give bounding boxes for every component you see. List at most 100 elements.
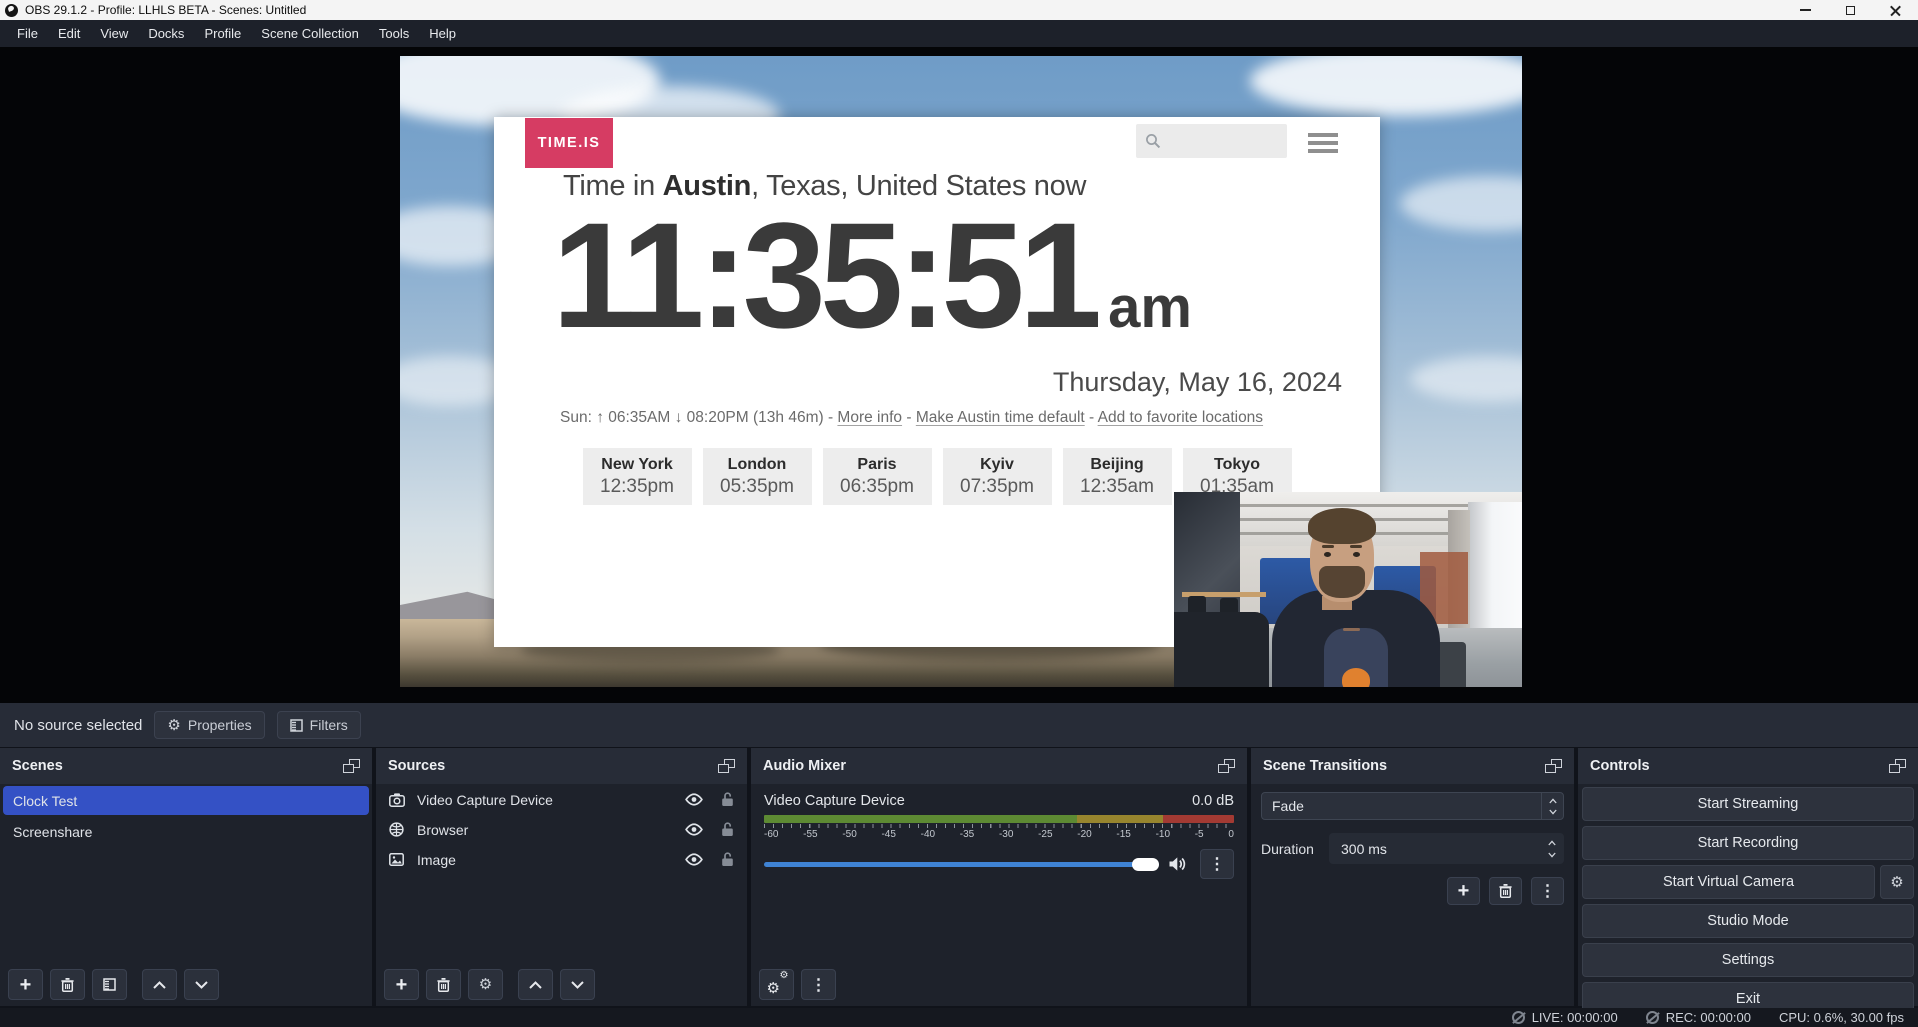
remove-scene-button[interactable] [50, 969, 85, 1000]
popout-icon[interactable] [1218, 759, 1235, 773]
lock-icon[interactable] [721, 852, 734, 867]
menu-item[interactable]: File [7, 20, 48, 47]
gear-icon: ⚙ [479, 977, 492, 992]
menu-item[interactable]: Tools [369, 20, 419, 47]
time-meridiem: am [1108, 274, 1192, 341]
image-icon [389, 853, 407, 866]
source-item[interactable]: Image [379, 845, 744, 874]
duration-spinbox[interactable]: 300 ms [1329, 833, 1564, 864]
shirt-graphic [1342, 668, 1370, 687]
duration-spin-arrows[interactable] [1540, 839, 1564, 859]
menu-item[interactable]: View [90, 20, 138, 47]
world-clock[interactable]: London 05:35pm [703, 448, 812, 505]
world-clock-city: London [703, 456, 812, 474]
transition-select-arrows[interactable] [1541, 793, 1563, 819]
scene-item[interactable]: Clock Test [3, 786, 369, 815]
source-item[interactable]: Video Capture Device [379, 785, 744, 814]
popout-icon[interactable] [343, 759, 360, 773]
menu-item[interactable]: Edit [48, 20, 90, 47]
preview-region[interactable]: TIME.IS Time in Austin, Texas, United St… [0, 47, 1918, 703]
sun-link[interactable]: More info [837, 409, 902, 426]
world-clock[interactable]: Beijing 12:35am [1063, 448, 1172, 505]
program-canvas[interactable]: TIME.IS Time in Austin, Texas, United St… [400, 56, 1522, 687]
menu-item[interactable]: Scene Collection [251, 20, 369, 47]
move-scene-down-button[interactable] [184, 969, 219, 1000]
sources-list: Video Capture Device [376, 784, 747, 1006]
mixer-menu-button[interactable]: ⋮ [801, 969, 836, 1000]
gear-icon: ⚙ [167, 718, 180, 733]
lock-icon[interactable] [721, 792, 734, 807]
chevron-up-icon [153, 981, 166, 989]
settings-button[interactable]: Settings [1582, 943, 1914, 977]
speaker-icon[interactable] [1168, 856, 1187, 872]
studio-mode-button[interactable]: Studio Mode [1582, 904, 1914, 938]
current-time-display: 11:35:51 am [552, 197, 1192, 355]
meter-tick-label: 0 [1228, 829, 1234, 840]
visibility-eye-icon[interactable] [685, 823, 703, 836]
mixer-channel-menu-button[interactable]: ⋮ [1200, 849, 1234, 879]
meter-tick-label: -35 [960, 829, 974, 840]
audio-mixer-header[interactable]: Audio Mixer [751, 748, 1247, 784]
sun-link[interactable]: Make Austin time default [916, 409, 1085, 426]
volume-slider[interactable] [764, 862, 1159, 867]
add-scene-button[interactable]: + [8, 969, 43, 1000]
transition-properties-button[interactable]: ⋮ [1531, 877, 1564, 905]
add-transition-button[interactable]: + [1447, 877, 1480, 905]
popout-icon[interactable] [1545, 759, 1562, 773]
world-clock[interactable]: New York 12:35pm [583, 448, 692, 505]
scene-item[interactable]: Screenshare [3, 817, 369, 846]
sources-panel-header[interactable]: Sources [376, 748, 747, 784]
move-source-up-button[interactable] [518, 969, 553, 1000]
menu-item[interactable]: Help [419, 20, 466, 47]
menu-bar: FileEditViewDocksProfileScene Collection… [0, 20, 1918, 47]
menu-item[interactable]: Profile [194, 20, 251, 47]
add-source-button[interactable]: + [384, 969, 419, 1000]
start-recording-button[interactable]: Start Recording [1582, 826, 1914, 860]
meter-tick-label: -50 [842, 829, 856, 840]
visibility-eye-icon[interactable] [685, 853, 703, 866]
sun-info-line: Sun: ↑ 06:35AM ↓ 08:20PM (13h 46m) - Mor… [560, 409, 1350, 427]
menu-item[interactable]: Docks [138, 20, 194, 47]
transition-select[interactable]: Fade [1261, 792, 1564, 820]
meter-tick-label: -30 [999, 829, 1013, 840]
start-virtual-camera-button[interactable]: Start Virtual Camera [1582, 865, 1875, 899]
source-properties-button[interactable]: ⚙ [468, 969, 503, 1000]
move-scene-up-button[interactable] [142, 969, 177, 1000]
advanced-audio-button[interactable]: ⚙⚙ [759, 969, 794, 1000]
world-clock[interactable]: Paris 06:35pm [823, 448, 932, 505]
minimize-button[interactable] [1783, 0, 1828, 20]
remove-transition-button[interactable] [1489, 877, 1522, 905]
remove-source-button[interactable] [426, 969, 461, 1000]
scene-filters-button[interactable] [92, 969, 127, 1000]
popout-icon[interactable] [1889, 759, 1906, 773]
hamburger-menu-icon[interactable] [1308, 133, 1338, 153]
meter-tick-label: -45 [881, 829, 895, 840]
world-clock[interactable]: Kyiv 07:35pm [943, 448, 1052, 505]
source-label: Browser [417, 822, 675, 838]
filters-button[interactable]: Filters [277, 711, 361, 739]
properties-button[interactable]: ⚙ Properties [154, 711, 264, 739]
trash-icon [61, 978, 74, 992]
close-button[interactable] [1873, 0, 1918, 20]
maximize-button[interactable] [1828, 0, 1873, 20]
volume-slider-handle[interactable] [1132, 858, 1159, 871]
transitions-header[interactable]: Scene Transitions [1251, 748, 1574, 784]
lock-icon[interactable] [721, 822, 734, 837]
scenes-panel-header[interactable]: Scenes [0, 748, 372, 784]
search-input[interactable] [1136, 124, 1287, 158]
visibility-eye-icon[interactable] [685, 793, 703, 806]
sources-panel: Sources [376, 748, 747, 1006]
controls-body: Start Streaming Start Recording Start Vi… [1578, 784, 1918, 1019]
current-date: Thursday, May 16, 2024 [1053, 367, 1342, 398]
timeis-logo[interactable]: TIME.IS [525, 118, 613, 168]
controls-header[interactable]: Controls [1578, 748, 1918, 784]
transitions-body: Fade Duration 300 ms [1251, 784, 1574, 1006]
start-streaming-button[interactable]: Start Streaming [1582, 787, 1914, 821]
virtual-camera-settings-button[interactable]: ⚙ [1880, 865, 1914, 899]
move-source-down-button[interactable] [560, 969, 595, 1000]
sun-link[interactable]: Add to favorite locations [1098, 409, 1263, 426]
audio-mixer-panel: Audio Mixer Video Capture Device 0.0 dB … [751, 748, 1247, 1006]
source-item[interactable]: Browser [379, 815, 744, 844]
popout-icon[interactable] [718, 759, 735, 773]
mixer-toolbar: ⚙⚙ ⋮ [759, 969, 836, 1000]
